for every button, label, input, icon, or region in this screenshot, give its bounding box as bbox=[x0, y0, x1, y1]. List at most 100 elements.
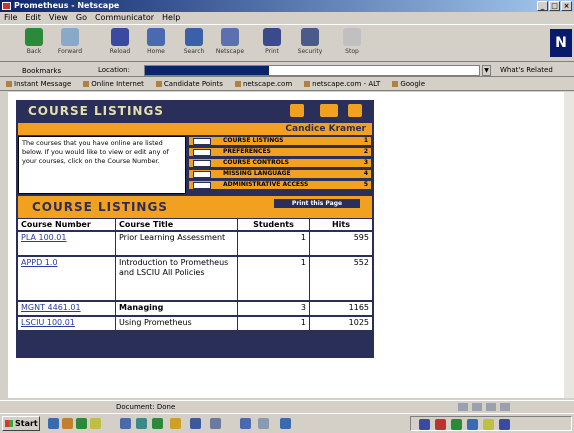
security-lock-icon[interactable] bbox=[458, 403, 468, 411]
nav-link-administrative-access[interactable]: ADMINISTRATIVE ACCESS 5 bbox=[188, 180, 372, 190]
hits-count: 1165 bbox=[348, 303, 369, 312]
composer-icon[interactable] bbox=[500, 403, 510, 411]
taskbar-app-icon[interactable] bbox=[280, 418, 291, 429]
menu-file[interactable]: File bbox=[4, 12, 17, 24]
mail-icon[interactable] bbox=[320, 104, 338, 117]
search-label: Search bbox=[183, 48, 205, 55]
taskbar-app-icon[interactable] bbox=[170, 418, 181, 429]
back-button[interactable]: Back bbox=[18, 28, 50, 60]
taskbar-app-icon[interactable] bbox=[120, 418, 131, 429]
status-text: Document: Done bbox=[116, 403, 176, 411]
reload-icon bbox=[111, 28, 129, 46]
tray-icon[interactable] bbox=[499, 419, 510, 430]
netscape-app-icon bbox=[2, 2, 11, 10]
nav-link-missing-language[interactable]: MISSING LANGUAGE 4 bbox=[188, 169, 372, 179]
status-icons bbox=[458, 403, 510, 411]
back-icon bbox=[25, 28, 43, 46]
status-bar: Document: Done bbox=[0, 400, 574, 412]
netscape-icon bbox=[221, 28, 239, 46]
whats-related-button[interactable]: What's Related bbox=[500, 63, 553, 77]
reload-button[interactable]: Reload bbox=[104, 28, 136, 60]
nav-link-label: COURSE CONTROLS bbox=[223, 159, 289, 166]
nav-link-course-listings[interactable]: COURSE LISTINGS 1 bbox=[188, 136, 372, 146]
home-nav-icon[interactable] bbox=[290, 104, 304, 117]
url-selection bbox=[145, 66, 269, 75]
column-header: Hits bbox=[331, 220, 351, 229]
menu-view[interactable]: View bbox=[49, 12, 68, 24]
bookmark-link[interactable]: Candidate Points bbox=[156, 78, 223, 90]
location-bar: Bookmarks Location: ▼ What's Related bbox=[0, 63, 574, 77]
minimize-button[interactable]: _ bbox=[537, 1, 548, 11]
start-button[interactable]: Start bbox=[2, 416, 40, 431]
quick-launch-icon[interactable] bbox=[90, 418, 101, 429]
window-title-bar: Prometheus - Netscape _ □ × bbox=[0, 0, 574, 12]
bookmarks-button[interactable]: Bookmarks bbox=[22, 64, 61, 78]
security-button[interactable]: Security bbox=[294, 28, 326, 60]
maximize-button[interactable]: □ bbox=[549, 1, 560, 11]
taskbar-app-icon[interactable] bbox=[210, 418, 221, 429]
nav-link-label: MISSING LANGUAGE bbox=[223, 170, 291, 177]
stop-button[interactable]: Stop bbox=[336, 28, 368, 60]
students-count: 3 bbox=[238, 302, 310, 315]
component-bar-icon[interactable] bbox=[472, 403, 482, 411]
bookmark-link[interactable]: Instant Message bbox=[6, 78, 71, 90]
home-button[interactable]: Home bbox=[140, 28, 172, 60]
help-icon[interactable] bbox=[348, 104, 362, 117]
bookmark-link[interactable]: netscape.com bbox=[235, 78, 292, 90]
menu-help[interactable]: Help bbox=[162, 12, 180, 24]
course-number-link[interactable]: APPD 1.0 bbox=[18, 257, 116, 300]
location-dropdown-button[interactable]: ▼ bbox=[482, 65, 491, 76]
taskbar-app-icon[interactable] bbox=[190, 418, 201, 429]
page-content: COURSE LISTINGS Candice Kramer The cours… bbox=[8, 92, 574, 398]
menu-go[interactable]: Go bbox=[76, 12, 87, 24]
tray-icon[interactable] bbox=[435, 419, 446, 430]
panel-header: COURSE LISTINGS bbox=[16, 100, 374, 122]
nav-link-preferences[interactable]: PREFERENCES 2 bbox=[188, 147, 372, 157]
tray-icon[interactable] bbox=[483, 419, 494, 430]
search-icon bbox=[185, 28, 203, 46]
system-tray bbox=[410, 416, 572, 431]
table-row: LSCIU 100.01 Using Prometheus 1 1025 bbox=[18, 317, 372, 330]
security-icon bbox=[301, 28, 319, 46]
search-button[interactable]: Search bbox=[178, 28, 210, 60]
user-bar: Candice Kramer bbox=[18, 123, 372, 135]
nav-links: COURSE LISTINGS 1 PREFERENCES 2 COURSE CON… bbox=[188, 136, 372, 194]
print-page-button[interactable]: Print this Page bbox=[274, 199, 360, 208]
tray-icon[interactable] bbox=[419, 419, 430, 430]
hits-count: 595 bbox=[353, 233, 369, 242]
nav-link-course-controls[interactable]: COURSE CONTROLS 3 bbox=[188, 158, 372, 168]
mail-status-icon[interactable] bbox=[486, 403, 496, 411]
forward-button[interactable]: Forward bbox=[54, 28, 86, 60]
netscape-button[interactable]: Netscape bbox=[214, 28, 246, 60]
taskbar-app-icon[interactable] bbox=[240, 418, 251, 429]
column-header: Course Title bbox=[116, 219, 238, 230]
tray-icon[interactable] bbox=[451, 419, 462, 430]
bookmark-link[interactable]: Google bbox=[392, 78, 425, 90]
bookmark-link[interactable]: Online Internet bbox=[83, 78, 144, 90]
tray-icon[interactable] bbox=[467, 419, 478, 430]
taskbar-app-icon[interactable] bbox=[152, 418, 163, 429]
location-input[interactable] bbox=[144, 65, 480, 76]
menu-edit[interactable]: Edit bbox=[25, 12, 41, 24]
quick-launch-icon[interactable] bbox=[48, 418, 59, 429]
nav-link-icon bbox=[193, 182, 211, 189]
bookmark-link[interactable]: netscape.com - ALT bbox=[304, 78, 380, 90]
course-number-link[interactable]: LSCIU 100.01 bbox=[18, 317, 116, 330]
location-label: Location: bbox=[98, 66, 130, 74]
print-button[interactable]: Print bbox=[256, 28, 288, 60]
course-number-link[interactable]: PLA 100.01 bbox=[18, 232, 116, 255]
menu-communicator[interactable]: Communicator bbox=[95, 12, 154, 24]
intro-text: The courses that you have online are lis… bbox=[18, 136, 186, 194]
page-title: COURSE LISTINGS bbox=[28, 104, 164, 118]
quick-launch-icon[interactable] bbox=[76, 418, 87, 429]
print-icon bbox=[263, 28, 281, 46]
taskbar-app-icon[interactable] bbox=[136, 418, 147, 429]
vertical-scrollbar[interactable] bbox=[564, 92, 574, 398]
course-list-title: COURSE LISTINGS bbox=[32, 200, 168, 214]
quick-launch-icon[interactable] bbox=[62, 418, 73, 429]
hits-count: 552 bbox=[353, 258, 369, 267]
table-row: PLA 100.01 Prior Learning Assessment 1 5… bbox=[18, 232, 372, 256]
taskbar-app-icon[interactable] bbox=[258, 418, 269, 429]
course-number-link[interactable]: MGNT 4461.01 bbox=[18, 302, 116, 315]
close-button[interactable]: × bbox=[561, 1, 572, 11]
